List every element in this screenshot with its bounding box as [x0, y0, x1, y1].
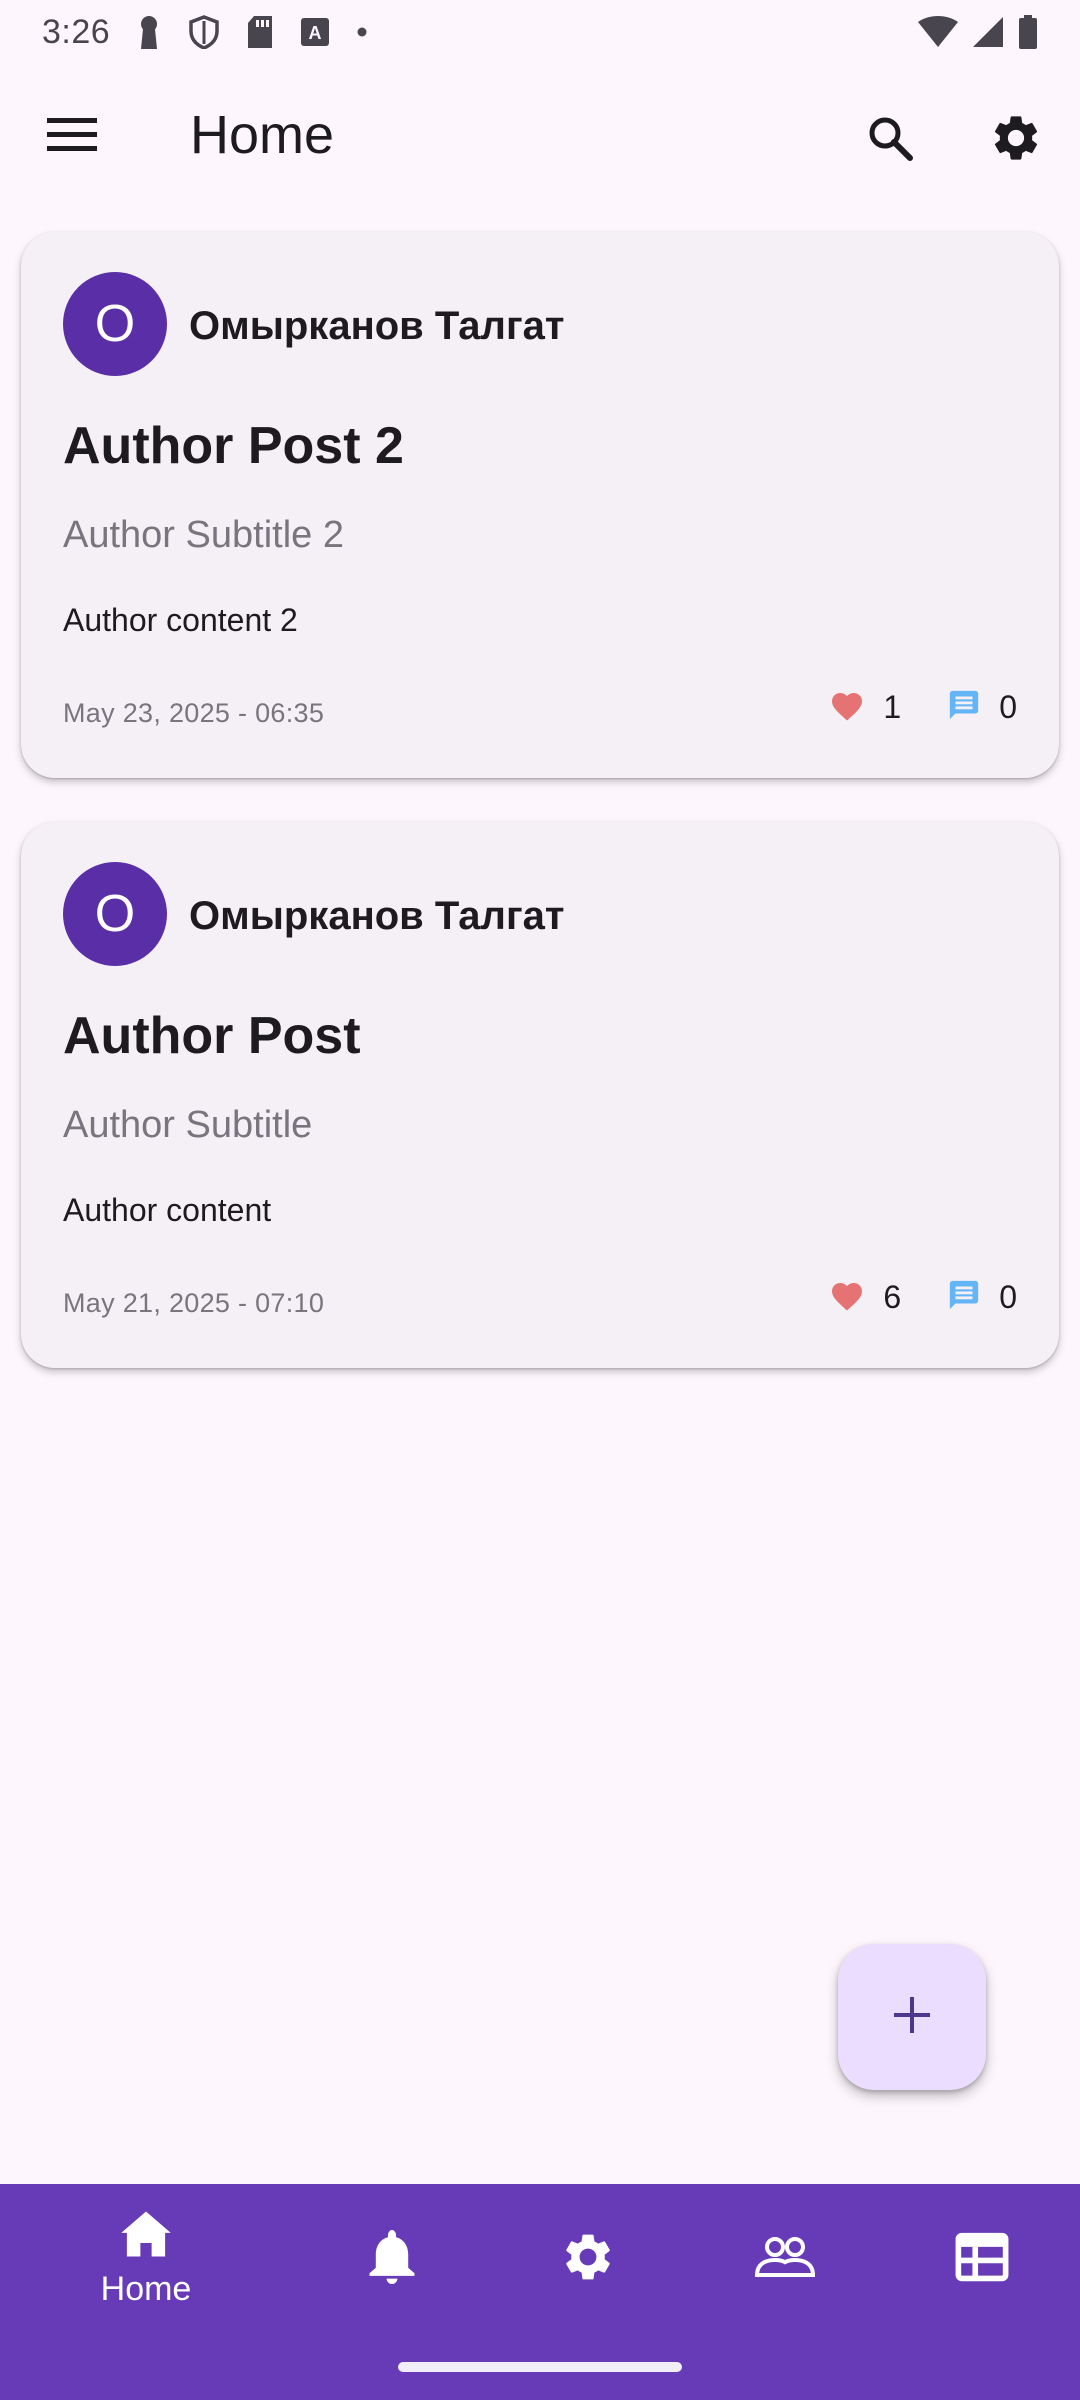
- keyhole-icon: [136, 15, 162, 49]
- wifi-icon: [918, 16, 958, 48]
- post-card[interactable]: O Омырканов Талгат Author Post Author Su…: [21, 822, 1059, 1368]
- post-stats: 1 0: [829, 688, 1017, 727]
- home-screen: 3:26 A Home O Омырканов Талгат Author Po…: [0, 0, 1080, 2400]
- settings-button[interactable]: [980, 104, 1052, 176]
- add-post-button[interactable]: [838, 1944, 986, 2090]
- heart-icon: [829, 1278, 865, 1317]
- people-icon: [754, 2234, 816, 2285]
- nav-item-people[interactable]: [740, 2214, 830, 2304]
- table-icon: [955, 2232, 1009, 2287]
- nav-item-home[interactable]: Home: [86, 2184, 206, 2334]
- like-button[interactable]: 6: [829, 1278, 901, 1317]
- dot-icon: [356, 26, 368, 38]
- menu-button[interactable]: [36, 108, 108, 164]
- like-count: 6: [883, 1279, 902, 1315]
- settings-icon: [989, 111, 1043, 170]
- gesture-home-indicator[interactable]: [398, 2362, 682, 2372]
- post-feed: O Омырканов Талгат Author Post 2 Author …: [21, 232, 1059, 1412]
- like-button[interactable]: 1: [829, 688, 901, 727]
- status-time: 3:26: [42, 12, 111, 51]
- sd-card-icon: [246, 16, 274, 48]
- page-title: Home: [190, 105, 335, 165]
- top-app-bar: Home: [0, 64, 1080, 208]
- status-bar: 3:26 A: [0, 0, 1080, 64]
- post-content: Author content 2: [63, 602, 298, 638]
- post-card[interactable]: O Омырканов Талгат Author Post 2 Author …: [21, 232, 1059, 778]
- post-subtitle: Author Subtitle 2: [63, 514, 344, 556]
- menu-icon: [47, 116, 97, 157]
- shield-icon: [188, 15, 220, 49]
- comment-icon: [947, 1278, 981, 1317]
- post-date: May 21, 2025 - 07:10: [63, 1288, 325, 1318]
- nav-label-home: Home: [100, 2270, 192, 2308]
- text-format-icon: A: [300, 17, 330, 47]
- status-system-icons: [918, 15, 1038, 49]
- status-notification-icons: A: [136, 15, 368, 49]
- nav-item-settings[interactable]: [548, 2214, 628, 2304]
- author-name: Омырканов Талгат: [189, 304, 565, 348]
- post-content: Author content: [63, 1192, 272, 1228]
- signal-icon: [972, 16, 1004, 48]
- heart-icon: [829, 688, 865, 727]
- comment-icon: [947, 688, 981, 727]
- author-name: Омырканов Талгат: [189, 894, 565, 938]
- home-icon: [119, 2209, 173, 2264]
- avatar[interactable]: O: [63, 272, 167, 376]
- nav-item-table[interactable]: [942, 2214, 1022, 2304]
- notifications-icon: [369, 2229, 415, 2289]
- like-count: 1: [883, 689, 902, 725]
- post-title: Author Post 2: [63, 417, 404, 475]
- comment-button[interactable]: 0: [947, 1278, 1017, 1317]
- battery-icon: [1018, 15, 1038, 49]
- post-stats: 6 0: [829, 1278, 1017, 1317]
- add-icon: [892, 1995, 932, 2040]
- settings-icon: [560, 2229, 616, 2290]
- search-button[interactable]: [854, 104, 926, 176]
- nav-item-notifications[interactable]: [352, 2214, 432, 2304]
- post-title: Author Post: [63, 1007, 361, 1065]
- post-subtitle: Author Subtitle: [63, 1104, 313, 1146]
- comment-count: 0: [999, 689, 1017, 725]
- comment-count: 0: [999, 1279, 1017, 1315]
- avatar[interactable]: O: [63, 862, 167, 966]
- search-icon: [866, 114, 914, 167]
- post-date: May 23, 2025 - 06:35: [63, 698, 325, 728]
- comment-button[interactable]: 0: [947, 688, 1017, 727]
- svg-text:A: A: [309, 23, 322, 43]
